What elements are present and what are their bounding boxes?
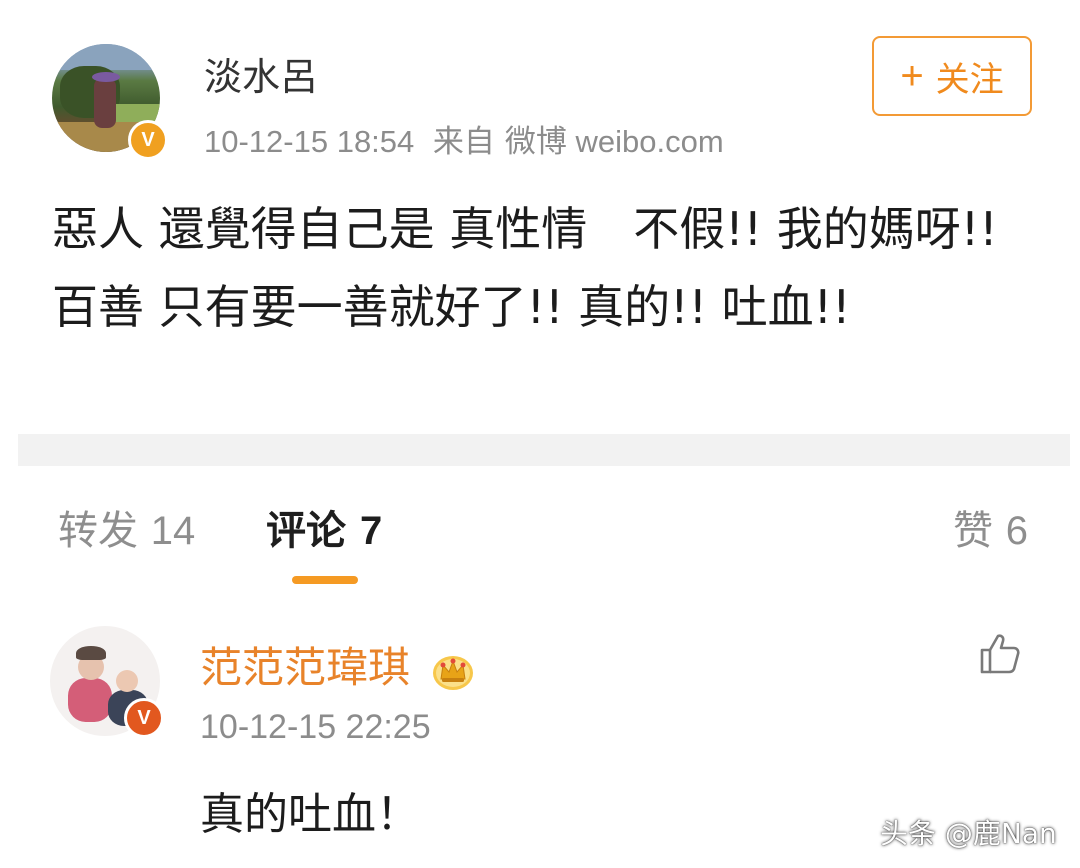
commenter-name[interactable]: 范范范瑋琪 <box>200 634 475 695</box>
thumbs-up-icon[interactable] <box>976 630 1024 678</box>
active-tab-indicator <box>292 576 358 584</box>
tab-comments-label: 评论 <box>266 508 346 554</box>
tab-comments[interactable]: 评论 7 <box>266 498 382 556</box>
section-divider <box>18 434 1070 466</box>
follow-button-label: 关注 <box>935 59 1004 100</box>
plus-icon: + <box>900 54 924 98</box>
comment-text: 真的吐血！ <box>200 789 420 840</box>
author-avatar[interactable]: V <box>52 44 168 160</box>
interaction-tabs: 转发 14 评论 7 赞 6 <box>0 498 1080 598</box>
post-source: 微博 weibo.com <box>504 124 724 159</box>
comment-time: 10-12-15 22:25 <box>200 708 431 746</box>
commenter-name-text: 范范范瑋琪 <box>200 643 411 692</box>
tab-likes-label: 赞 <box>953 508 994 554</box>
follow-button[interactable]: + 关注 <box>872 36 1032 116</box>
author-name[interactable]: 淡水呂 <box>204 46 318 101</box>
tab-likes[interactable]: 赞 6 <box>953 498 1028 556</box>
watermark: 头条 @鹿Nan <box>880 817 1057 850</box>
post-source-prefix: 来自 <box>432 124 495 159</box>
tab-reposts-label: 转发 <box>58 508 138 554</box>
tab-reposts-count: 14 <box>150 509 196 553</box>
tab-likes-count: 6 <box>1005 509 1028 553</box>
tab-reposts[interactable]: 转发 14 <box>58 498 195 556</box>
post-date: 10-12-15 18:54 <box>204 124 415 159</box>
tab-comments-count: 7 <box>359 509 383 553</box>
commenter-avatar[interactable]: V <box>50 626 164 738</box>
verified-v-icon: V <box>128 120 168 160</box>
post-meta: 10-12-15 18:54 来自 微博 weibo.com <box>204 116 734 161</box>
post-text: 惡人 還覺得自己是 真性情 不假!! 我的媽呀!! 百善 只有要一善就好了!! … <box>52 202 998 334</box>
verified-v-icon: V <box>124 698 164 738</box>
crown-icon <box>433 655 474 690</box>
post-header: V 淡水呂 10-12-15 18:54 来自 微博 weibo.com + 关注 <box>0 0 1080 170</box>
